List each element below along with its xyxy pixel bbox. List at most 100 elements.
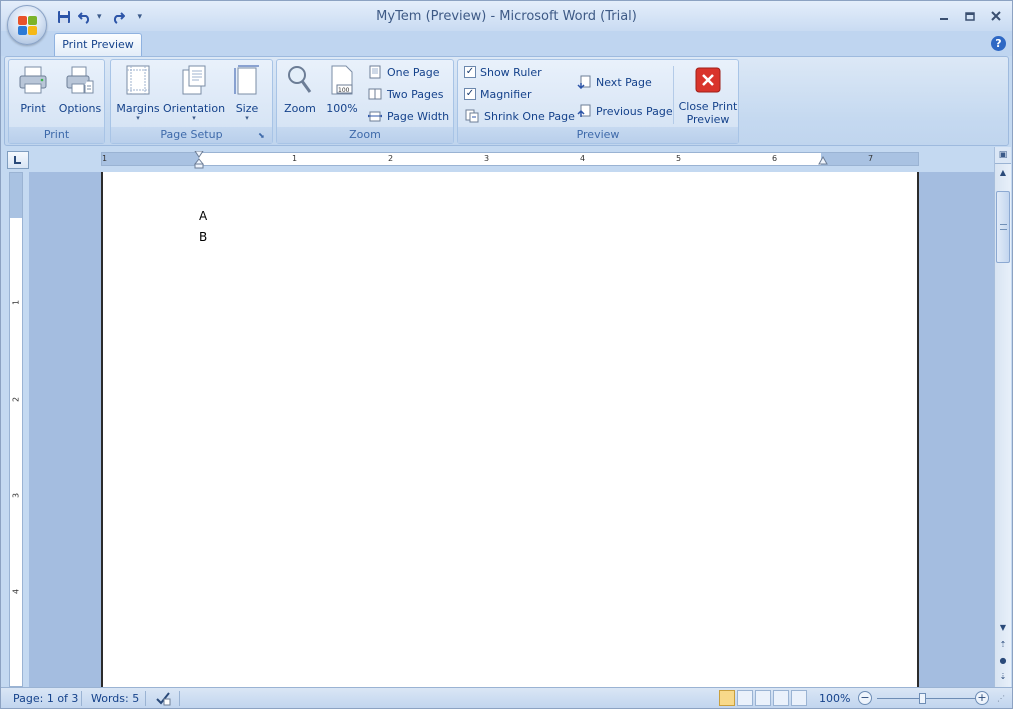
size-button[interactable]: Size ▾ [229,62,265,126]
orientation-button[interactable]: Orientation ▾ [163,62,225,126]
status-separator [81,691,82,706]
close-icon [991,11,1001,21]
customize-qat-icon[interactable]: ▾ [138,12,143,22]
magnifier-checkbox[interactable]: ✓ Magnifier [464,84,531,104]
ruler-tick: 2 [388,154,394,163]
status-separator [145,691,146,706]
word-window: MyTem (Preview) - Microsoft Word (Trial)… [0,0,1013,709]
zoom-level-button[interactable]: 100% [819,692,850,705]
draft-view-icon[interactable] [791,690,807,706]
previous-page-button[interactable]: Previous Page [576,101,673,121]
previous-page-arrow-icon[interactable]: ⇡ [995,637,1011,653]
zoom-in-icon[interactable]: + [975,691,989,705]
print-options-button[interactable]: Options [57,62,103,126]
resize-grip-icon[interactable]: ⋰ [997,694,1005,703]
tab-selector-button[interactable] [7,151,29,169]
page-100-icon: 100 [326,62,358,98]
two-pages-icon [367,86,383,102]
zoom-slider-track[interactable] [877,698,977,699]
view-ruler-toggle-icon[interactable]: ▣ [995,147,1011,164]
magnifier-check-icon[interactable]: ✓ [464,88,476,100]
save-button[interactable] [55,8,73,26]
preview-group: ✓ Show Ruler ✓ Magnifier Shrink One Page… [457,59,739,144]
zoom-button[interactable]: Zoom [281,62,319,126]
help-button[interactable]: ? [991,36,1006,51]
restore-icon [965,12,975,21]
word-count-status[interactable]: Words: 5 [91,692,139,705]
scroll-up-arrow-icon[interactable]: ▲ [995,165,1011,181]
margins-icon [122,62,154,98]
save-icon [58,11,70,23]
magnifier-glass-icon [284,62,316,98]
print-options-icon [64,62,96,98]
next-page-button[interactable]: Next Page [576,72,652,92]
page-width-button[interactable]: Page Width [367,106,449,126]
status-separator [179,691,180,706]
page-width-icon [367,108,383,124]
redo-button[interactable] [109,8,127,26]
right-indent-marker-icon[interactable] [818,156,828,166]
select-browse-object-icon[interactable]: ● [995,653,1011,669]
ribbon-tab-row: Print Preview ? [1,31,1012,57]
quick-access-toolbar: ▾ ▾ [55,7,146,27]
document-line: B [199,230,208,244]
office-button[interactable] [7,5,47,45]
outline-view-icon[interactable] [773,690,789,706]
orientation-icon [178,62,210,98]
scroll-thumb[interactable] [996,191,1010,263]
proofing-icon[interactable] [155,690,171,708]
ruler-tick: 1 [292,154,298,163]
print-button[interactable]: Print [15,62,51,126]
restore-button[interactable] [960,7,980,25]
document-page[interactable]: A B [101,172,919,687]
tab-print-preview[interactable]: Print Preview [54,33,142,57]
horizontal-ruler[interactable]: 1 1 2 3 4 5 6 7 [101,151,919,169]
show-ruler-checkbox[interactable]: ✓ Show Ruler [464,62,542,82]
zoom-100-button[interactable]: 100 100% [323,62,361,126]
next-page-arrow-icon[interactable]: ⇣ [995,669,1011,685]
redo-icon [113,12,125,24]
page-count-status[interactable]: Page: 1 of 3 [13,692,78,705]
zoom-group-label: Zoom [277,127,453,143]
print-group: Print Options Print [8,59,105,144]
two-pages-button[interactable]: Two Pages [367,84,443,104]
preview-divider [673,66,674,124]
document-line: A [199,209,208,223]
ruler-tick: 5 [676,154,682,163]
close-button[interactable] [986,7,1006,25]
vruler-tick: 4 [11,588,21,595]
scroll-grip-icon [1000,224,1007,230]
ruler-left-margin [102,153,199,165]
title-bar: MyTem (Preview) - Microsoft Word (Trial)… [1,1,1012,31]
previous-page-icon [576,103,592,119]
one-page-icon [367,64,383,80]
vruler-tick: 3 [11,492,21,499]
margins-dropdown-icon: ▾ [136,114,140,122]
vruler-top-margin [10,173,22,218]
zoom-group: Zoom 100 100% One Page Two Pages Page Wi… [276,59,454,144]
shrink-one-page-button[interactable]: Shrink One Page [464,106,575,126]
page-size-icon [231,62,263,98]
undo-dropdown-icon[interactable]: ▾ [97,12,102,22]
margins-button[interactable]: Margins ▾ [115,62,161,126]
vertical-ruler[interactable]: 1 2 3 4 [9,172,23,687]
page-setup-dialog-launcher-icon[interactable]: ⬊ [258,131,268,141]
full-screen-reading-view-icon[interactable] [737,690,753,706]
undo-button[interactable] [76,8,94,26]
vertical-scrollbar[interactable]: ▣ ▲ ▼ ⇡ ● ⇣ [994,147,1011,687]
show-ruler-check-icon[interactable]: ✓ [464,66,476,78]
scroll-down-arrow-icon[interactable]: ▼ [995,620,1011,636]
window-controls [934,7,1006,25]
zoom-out-icon[interactable]: − [858,691,872,705]
web-layout-view-icon[interactable] [755,690,771,706]
ruler-tick: 1 [102,154,108,163]
one-page-button[interactable]: One Page [367,62,440,82]
zoom-slider-thumb[interactable] [919,693,926,704]
close-print-preview-button[interactable]: Close Print Preview [678,62,738,126]
indent-marker-icon[interactable] [194,151,204,169]
minimize-button[interactable] [934,7,954,25]
office-logo-icon [18,16,38,36]
print-layout-view-icon[interactable] [719,690,735,706]
page-setup-group-label: Page Setup [111,127,272,143]
next-page-icon [576,74,592,90]
